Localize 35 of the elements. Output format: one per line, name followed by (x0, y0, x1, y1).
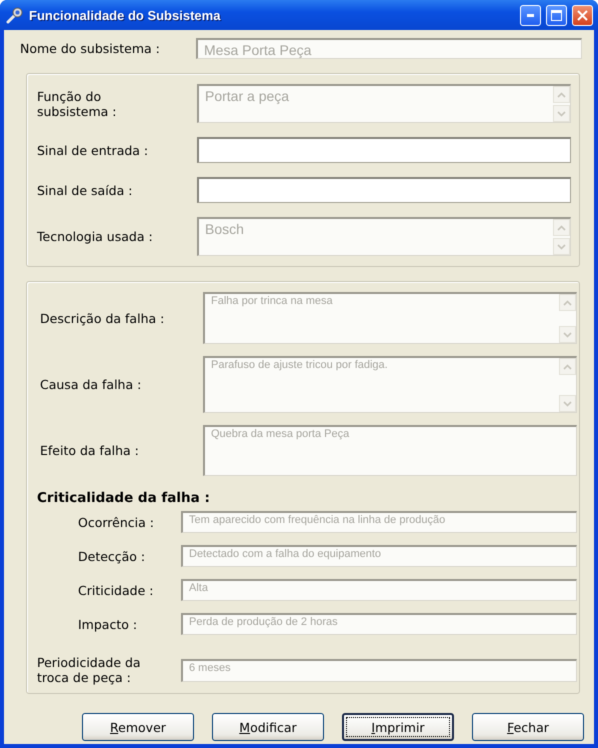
field-label: Sinal de saída : (37, 182, 134, 198)
minimize-button[interactable] (520, 4, 541, 26)
field-label: Função do subsistema : (37, 88, 118, 118)
field-label: Impacto : (77, 616, 138, 632)
scroll-down-icon[interactable] (557, 244, 566, 250)
section-title: Criticalidade da falha : (37, 490, 211, 506)
field-label: Descrição da falha : (39, 310, 166, 326)
field-label: Nome do subsistema : (20, 41, 161, 56)
field-label: Detecção : (77, 548, 146, 564)
maximize-icon (551, 10, 562, 20)
scroll-up-icon[interactable] (557, 224, 566, 230)
dialog-button[interactable]: Fechar (472, 713, 584, 741)
field-label: Criticidade : (77, 582, 154, 598)
dialog-button[interactable]: Modificar (212, 713, 324, 741)
maximize-button[interactable] (546, 4, 567, 26)
field-label: Tecnologia usada : (37, 229, 154, 244)
scroll-down-icon[interactable] (563, 400, 572, 406)
scroll-down-icon[interactable] (557, 110, 566, 116)
scroll-up-icon[interactable] (563, 300, 572, 306)
field-label: Sinal de entrada : (37, 142, 150, 158)
dialog-button[interactable]: Imprimir (342, 713, 454, 741)
field-label: Ocorrência : (77, 514, 155, 530)
field-label: Periodicidade da troca de peça : (37, 655, 142, 685)
scroll-up-icon[interactable] (557, 92, 566, 98)
text-field[interactable] (197, 137, 571, 163)
text-field[interactable] (197, 177, 571, 203)
scroll-up-icon[interactable] (563, 364, 572, 370)
minimize-icon (526, 14, 534, 16)
close-icon (577, 10, 588, 20)
dialog-button[interactable]: Remover (82, 713, 194, 741)
close-button[interactable] (572, 4, 593, 26)
window-title: Funcionalidade do Subsistema (29, 8, 222, 22)
field-label: Efeito da falha : (39, 443, 140, 458)
field-label: Causa da falha : (39, 377, 142, 392)
scroll-down-icon[interactable] (563, 332, 572, 338)
